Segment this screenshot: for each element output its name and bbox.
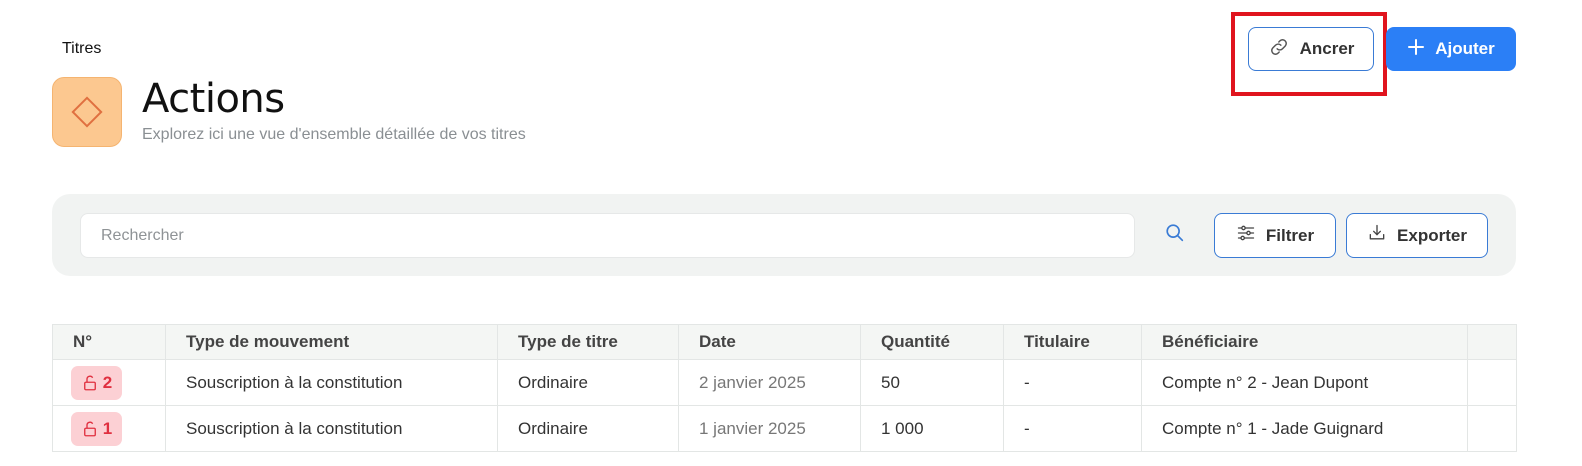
search-icon[interactable] — [1164, 222, 1186, 244]
add-button[interactable]: Ajouter — [1386, 27, 1516, 71]
movement-type-cell: Souscription à la constitution — [165, 359, 498, 406]
anchor-button[interactable]: Ancrer — [1248, 27, 1374, 71]
column-header-beneficiary[interactable]: Bénéficiaire — [1141, 324, 1468, 360]
beneficiary-cell: Compte n° 2 - Jean Dupont — [1141, 359, 1468, 406]
table-header-row: N° Type de mouvement Type de titre Date … — [52, 324, 1517, 360]
table-row[interactable]: 2 Souscription à la constitution Ordinai… — [52, 359, 1517, 406]
holder-cell: - — [1003, 405, 1142, 452]
title-type-cell: Ordinaire — [497, 359, 679, 406]
add-button-label: Ajouter — [1435, 39, 1495, 58]
unlock-icon — [83, 421, 96, 436]
diamond-icon — [52, 77, 122, 147]
table-row[interactable]: 1 Souscription à la constitution Ordinai… — [52, 405, 1517, 452]
holder-cell: - — [1003, 359, 1142, 406]
row-number-cell: 1 — [52, 405, 166, 452]
column-header-quantity[interactable]: Quantité — [860, 324, 1004, 360]
export-button[interactable]: Exporter — [1346, 213, 1488, 258]
page-title: Actions — [142, 76, 285, 122]
page-subtitle: Explorez ici une vue d'ensemble détaillé… — [142, 126, 526, 143]
date-cell: 1 janvier 2025 — [678, 405, 861, 452]
column-header-number[interactable]: N° — [52, 324, 166, 360]
column-header-actions — [1467, 324, 1517, 360]
toolbar: Filtrer Exporter — [52, 194, 1516, 276]
filter-button-label: Filtrer — [1265, 225, 1315, 245]
beneficiary-cell: Compte n° 1 - Jade Guignard — [1141, 405, 1468, 452]
export-button-label: Exporter — [1397, 225, 1467, 245]
lock-badge[interactable]: 2 — [71, 365, 122, 400]
column-header-date[interactable]: Date — [678, 324, 861, 360]
actions-cell — [1467, 359, 1517, 406]
breadcrumb: Titres — [62, 40, 102, 57]
row-number: 1 — [102, 418, 113, 438]
quantity-cell: 1 000 — [860, 405, 1004, 452]
date-cell: 2 janvier 2025 — [678, 359, 861, 406]
anchor-button-label: Ancrer — [1299, 39, 1355, 58]
column-header-movement-type[interactable]: Type de mouvement — [165, 324, 498, 360]
sliders-icon — [1236, 223, 1256, 248]
download-icon — [1367, 223, 1387, 248]
unlock-icon — [83, 375, 96, 390]
quantity-cell: 50 — [860, 359, 1004, 406]
column-header-holder[interactable]: Titulaire — [1003, 324, 1142, 360]
movements-table: N° Type de mouvement Type de titre Date … — [52, 324, 1517, 452]
plus-icon — [1407, 38, 1425, 61]
actions-cell — [1467, 405, 1517, 452]
row-number-cell: 2 — [52, 359, 166, 406]
search-input[interactable] — [80, 213, 1135, 258]
row-number: 2 — [102, 372, 113, 392]
lock-badge[interactable]: 1 — [71, 411, 122, 446]
title-type-cell: Ordinaire — [497, 405, 679, 452]
filter-button[interactable]: Filtrer — [1214, 213, 1336, 258]
column-header-title-type[interactable]: Type de titre — [497, 324, 679, 360]
movement-type-cell: Souscription à la constitution — [165, 405, 498, 452]
link-icon — [1268, 36, 1290, 63]
